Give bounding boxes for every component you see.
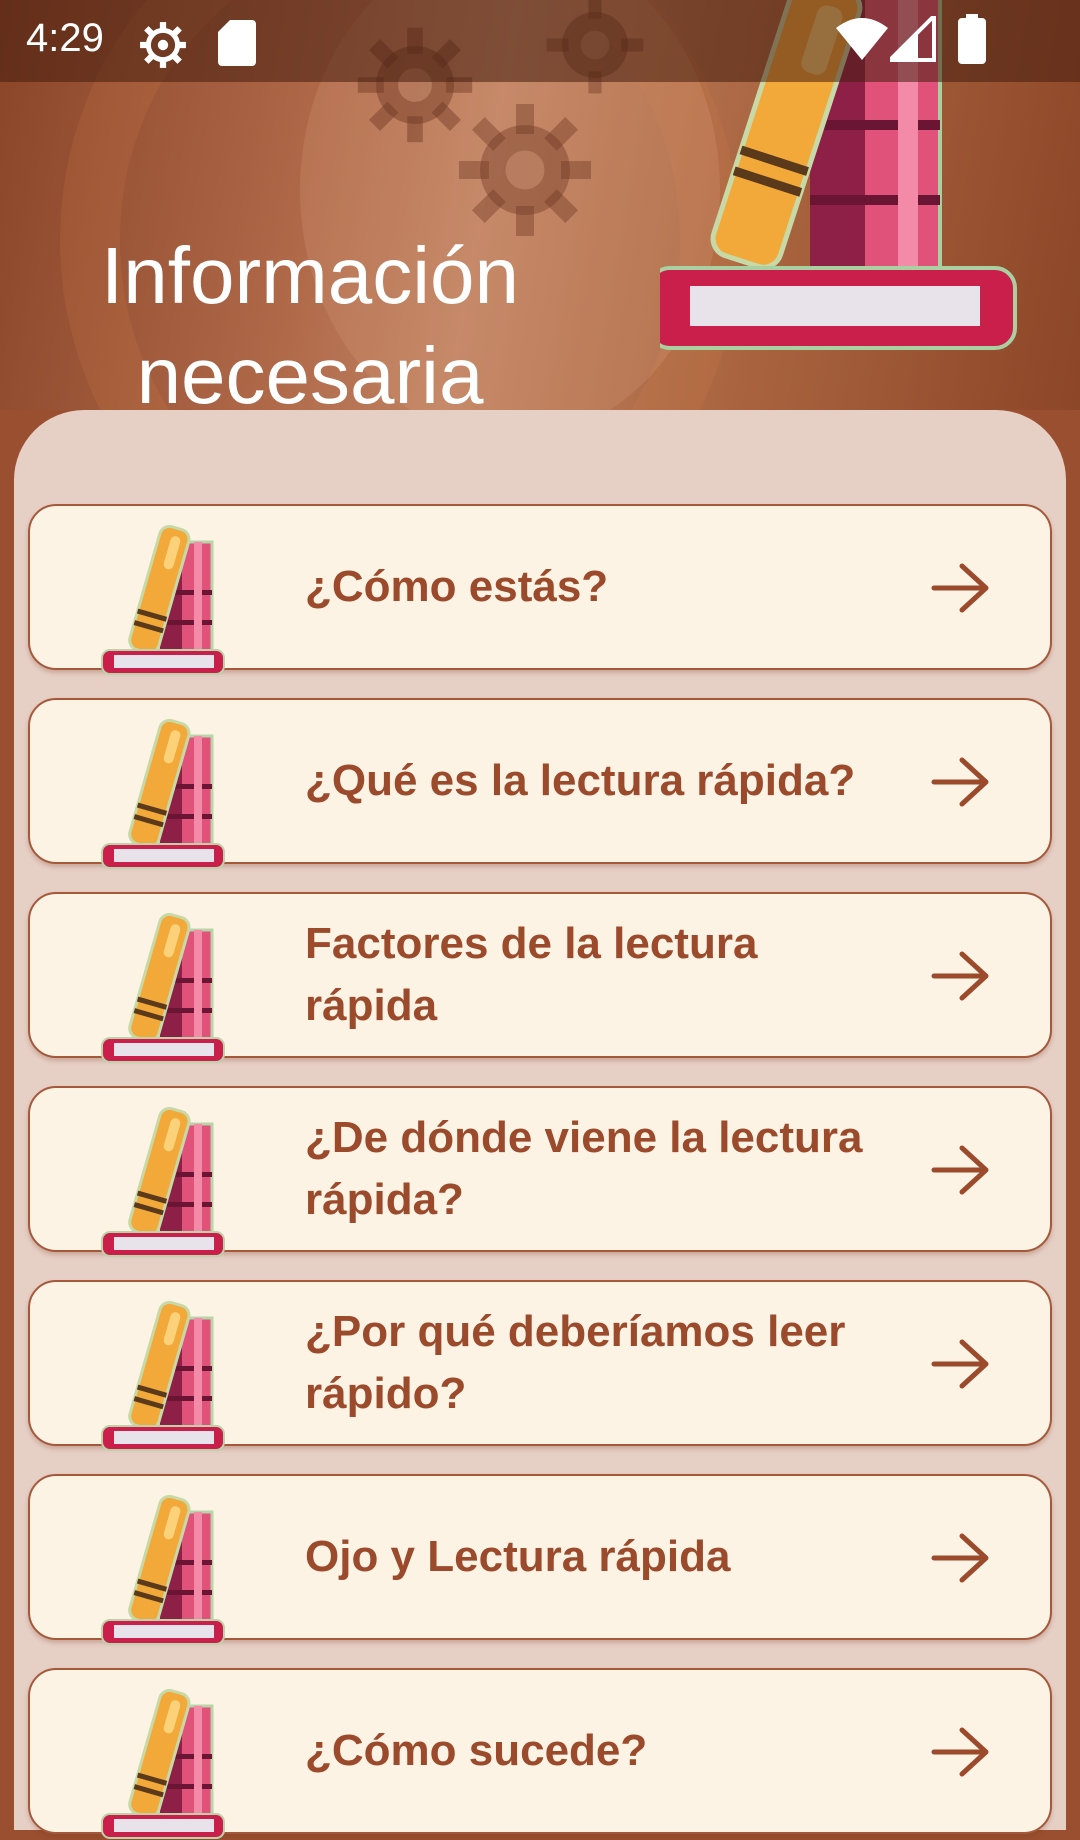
settings-gear-icon [140, 22, 186, 68]
menu-item-label: Factores de la lectura rápida [305, 919, 758, 1030]
status-time: 4:29 [26, 16, 104, 60]
arrow-right-icon [931, 1145, 989, 1195]
menu-item[interactable]: ¿Qué es la lectura rápida? [28, 698, 1052, 869]
books-icon [101, 1494, 225, 1645]
books-icon [101, 524, 225, 675]
arrow-right-icon [931, 1533, 989, 1583]
books-icon [101, 1688, 225, 1839]
menu-item-label: ¿Cómo sucede? [305, 1726, 648, 1775]
arrow-right-icon [931, 951, 989, 1001]
menu-item[interactable]: Factores de la lectura rápida [28, 892, 1052, 1063]
books-icon [101, 1106, 225, 1257]
menu-item-label: ¿De dónde viene la lectura rápida? [305, 1113, 863, 1224]
battery-icon [958, 14, 986, 64]
app-header: 4:29 Información necesaria [0, 0, 1080, 410]
menu-item[interactable]: ¿Por qué deberíamos leer rápido? [28, 1280, 1052, 1451]
menu-item-label: ¿Qué es la lectura rápida? [305, 756, 856, 805]
menu-item[interactable]: Ojo y Lectura rápida [28, 1474, 1052, 1645]
cell-signal-icon [890, 16, 936, 62]
sd-card-icon [218, 20, 256, 66]
menu-item-label: ¿Cómo estás? [305, 562, 609, 611]
menu-item-label: Ojo y Lectura rápida [305, 1532, 731, 1581]
menu-item-label: ¿Por qué deberíamos leer rápido? [305, 1307, 846, 1418]
status-bar: 4:29 [0, 0, 1080, 82]
books-icon [101, 718, 225, 869]
wifi-icon [836, 18, 888, 60]
books-icon [101, 912, 225, 1063]
menu-item[interactable]: ¿Cómo sucede? [28, 1668, 1052, 1839]
books-icon [101, 1300, 225, 1451]
arrow-right-icon [931, 1727, 989, 1777]
arrow-right-icon [931, 1339, 989, 1389]
arrow-right-icon [931, 563, 989, 613]
menu-item[interactable]: ¿Cómo estás? [28, 504, 1052, 675]
menu-item[interactable]: ¿De dónde viene la lectura rápida? [28, 1086, 1052, 1257]
arrow-right-icon [931, 757, 989, 807]
gear-decoration-icon [459, 104, 591, 236]
page-title: Información necesaria [101, 230, 519, 410]
